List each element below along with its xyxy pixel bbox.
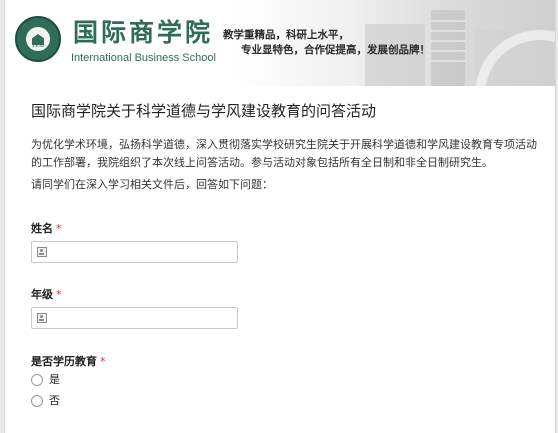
question-label-degree-education: 是否学历教育 * (31, 355, 106, 369)
question-label-text: 姓名 (31, 222, 53, 235)
question-label-grade: 年级 * (31, 288, 62, 302)
radio-label[interactable]: 是 (49, 373, 60, 387)
radio-button[interactable] (31, 374, 43, 386)
contact-card-icon (37, 313, 47, 323)
motto-line-2: 专业显特色，合作促提高，发展创品牌！ (241, 44, 430, 56)
question-label-text: 是否学历教育 (31, 355, 97, 368)
seal-year: 1958 (31, 43, 45, 49)
school-name-en: International Business School (71, 52, 216, 64)
form-instruction: 请同学们在深入学习相关文件后，回答如下问题： (31, 178, 273, 191)
school-name-cn: 国际商学院 (73, 18, 214, 47)
name-input[interactable] (31, 241, 238, 263)
question-label-text: 年级 (31, 288, 53, 301)
radio-label[interactable]: 否 (49, 394, 60, 408)
question-label-name: 姓名 * (31, 222, 62, 236)
form-intro: 为优化学术环境，弘扬科学道德，深入贯彻落实学校研究生院关于开展科学道德和学风建设… (31, 138, 537, 169)
form-title: 国际商学院关于科学道德与学风建设教育的问答活动 (31, 102, 377, 120)
required-asterisk: * (56, 288, 62, 301)
motto-line-1: 教学重精品，科研上水平， (223, 29, 349, 41)
school-banner: 1958 国际商学院 International Business School… (5, 0, 555, 86)
grade-input[interactable] (31, 307, 238, 329)
contact-card-icon (37, 247, 47, 257)
required-asterisk: * (56, 222, 62, 235)
radio-button[interactable] (31, 395, 43, 407)
survey-page: 1958 国际商学院 International Business School… (4, 0, 556, 433)
required-asterisk: * (100, 355, 106, 368)
school-logo: 1958 (15, 16, 61, 62)
